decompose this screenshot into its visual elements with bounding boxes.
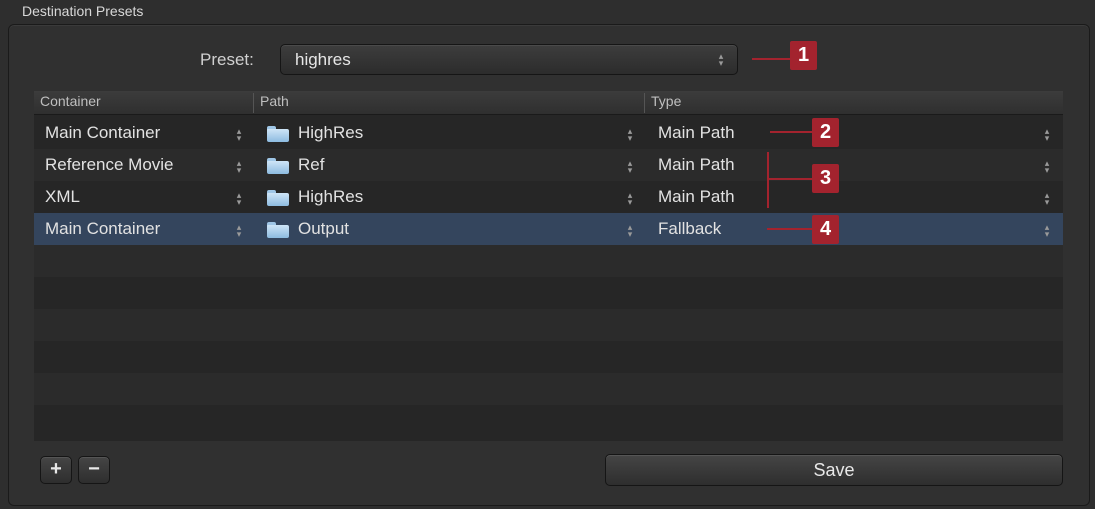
up-down-stepper-icon: ▴ ▾: [1044, 222, 1050, 239]
folder-icon: [267, 222, 289, 238]
preset-label: Preset:: [200, 50, 254, 69]
up-down-stepper-icon: ▴ ▾: [627, 158, 633, 175]
path-select[interactable]: HighRes: [298, 123, 363, 143]
annotation-badge-4: 4: [812, 215, 839, 244]
container-select[interactable]: XML: [45, 187, 80, 207]
up-down-stepper-icon: ▴ ▾: [1044, 190, 1050, 207]
preset-value: highres: [295, 50, 351, 69]
column-header-path[interactable]: Path: [253, 93, 644, 113]
annotation-leader: [767, 178, 814, 180]
folder-icon: [267, 190, 289, 206]
column-header-type[interactable]: Type: [644, 93, 1063, 113]
preset-select[interactable]: highres ▴ ▾: [280, 44, 738, 75]
add-button[interactable]: +: [40, 456, 72, 484]
path-select[interactable]: Ref: [298, 155, 324, 175]
empty-row: [34, 245, 1063, 277]
type-select[interactable]: Main Path: [658, 187, 735, 207]
container-select[interactable]: Reference Movie: [45, 155, 174, 175]
table-row[interactable]: XML ▴ ▾ HighRes ▴ ▾ Main Path ▴ ▾: [34, 181, 1063, 213]
annotation-badge-2: 2: [812, 118, 839, 147]
destinations-table: Container Path Type Main Container ▴ ▾ Hi…: [34, 91, 1063, 441]
table-header: Container Path Type: [34, 91, 1063, 115]
type-select[interactable]: Main Path: [658, 123, 735, 143]
save-button[interactable]: Save: [605, 454, 1063, 486]
annotation-leader: [767, 228, 814, 230]
up-down-stepper-icon: ▴ ▾: [718, 51, 724, 68]
up-down-stepper-icon: ▴ ▾: [236, 190, 242, 207]
empty-row: [34, 373, 1063, 405]
remove-button[interactable]: −: [78, 456, 110, 484]
empty-row: [34, 405, 1063, 437]
path-select[interactable]: Output: [298, 219, 349, 239]
table-row-selected[interactable]: Main Container ▴ ▾ Output ▴ ▾ Fallback ▴ ▾: [34, 213, 1063, 245]
container-select[interactable]: Main Container: [45, 123, 160, 143]
up-down-stepper-icon: ▴ ▾: [1044, 158, 1050, 175]
container-select[interactable]: Main Container: [45, 219, 160, 239]
annotation-leader: [770, 131, 814, 133]
path-select[interactable]: HighRes: [298, 187, 363, 207]
up-down-stepper-icon: ▴ ▾: [627, 126, 633, 143]
up-down-stepper-icon: ▴ ▾: [236, 158, 242, 175]
empty-row: [34, 277, 1063, 309]
up-down-stepper-icon: ▴ ▾: [627, 190, 633, 207]
group-title: Destination Presets: [22, 3, 144, 19]
folder-icon: [267, 158, 289, 174]
up-down-stepper-icon: ▴ ▾: [627, 222, 633, 239]
up-down-stepper-icon: ▴ ▾: [236, 222, 242, 239]
table-row[interactable]: Reference Movie ▴ ▾ Ref ▴ ▾ Main Path ▴ ▾: [34, 149, 1063, 181]
type-select[interactable]: Fallback: [658, 219, 721, 239]
table-row[interactable]: Main Container ▴ ▾ HighRes ▴ ▾ Main Path ▴…: [34, 117, 1063, 149]
up-down-stepper-icon: ▴ ▾: [1044, 126, 1050, 143]
annotation-badge-3: 3: [812, 164, 839, 193]
type-select[interactable]: Main Path: [658, 155, 735, 175]
annotation-leader: [752, 58, 792, 60]
destination-presets-panel: Destination Presets Preset: highres ▴ ▾ C…: [0, 0, 1095, 509]
column-header-container[interactable]: Container: [34, 93, 253, 113]
folder-icon: [267, 126, 289, 142]
up-down-stepper-icon: ▴ ▾: [236, 126, 242, 143]
annotation-badge-1: 1: [790, 41, 817, 70]
empty-row: [34, 309, 1063, 341]
annotation-bracket: [767, 152, 769, 208]
empty-row: [34, 341, 1063, 373]
